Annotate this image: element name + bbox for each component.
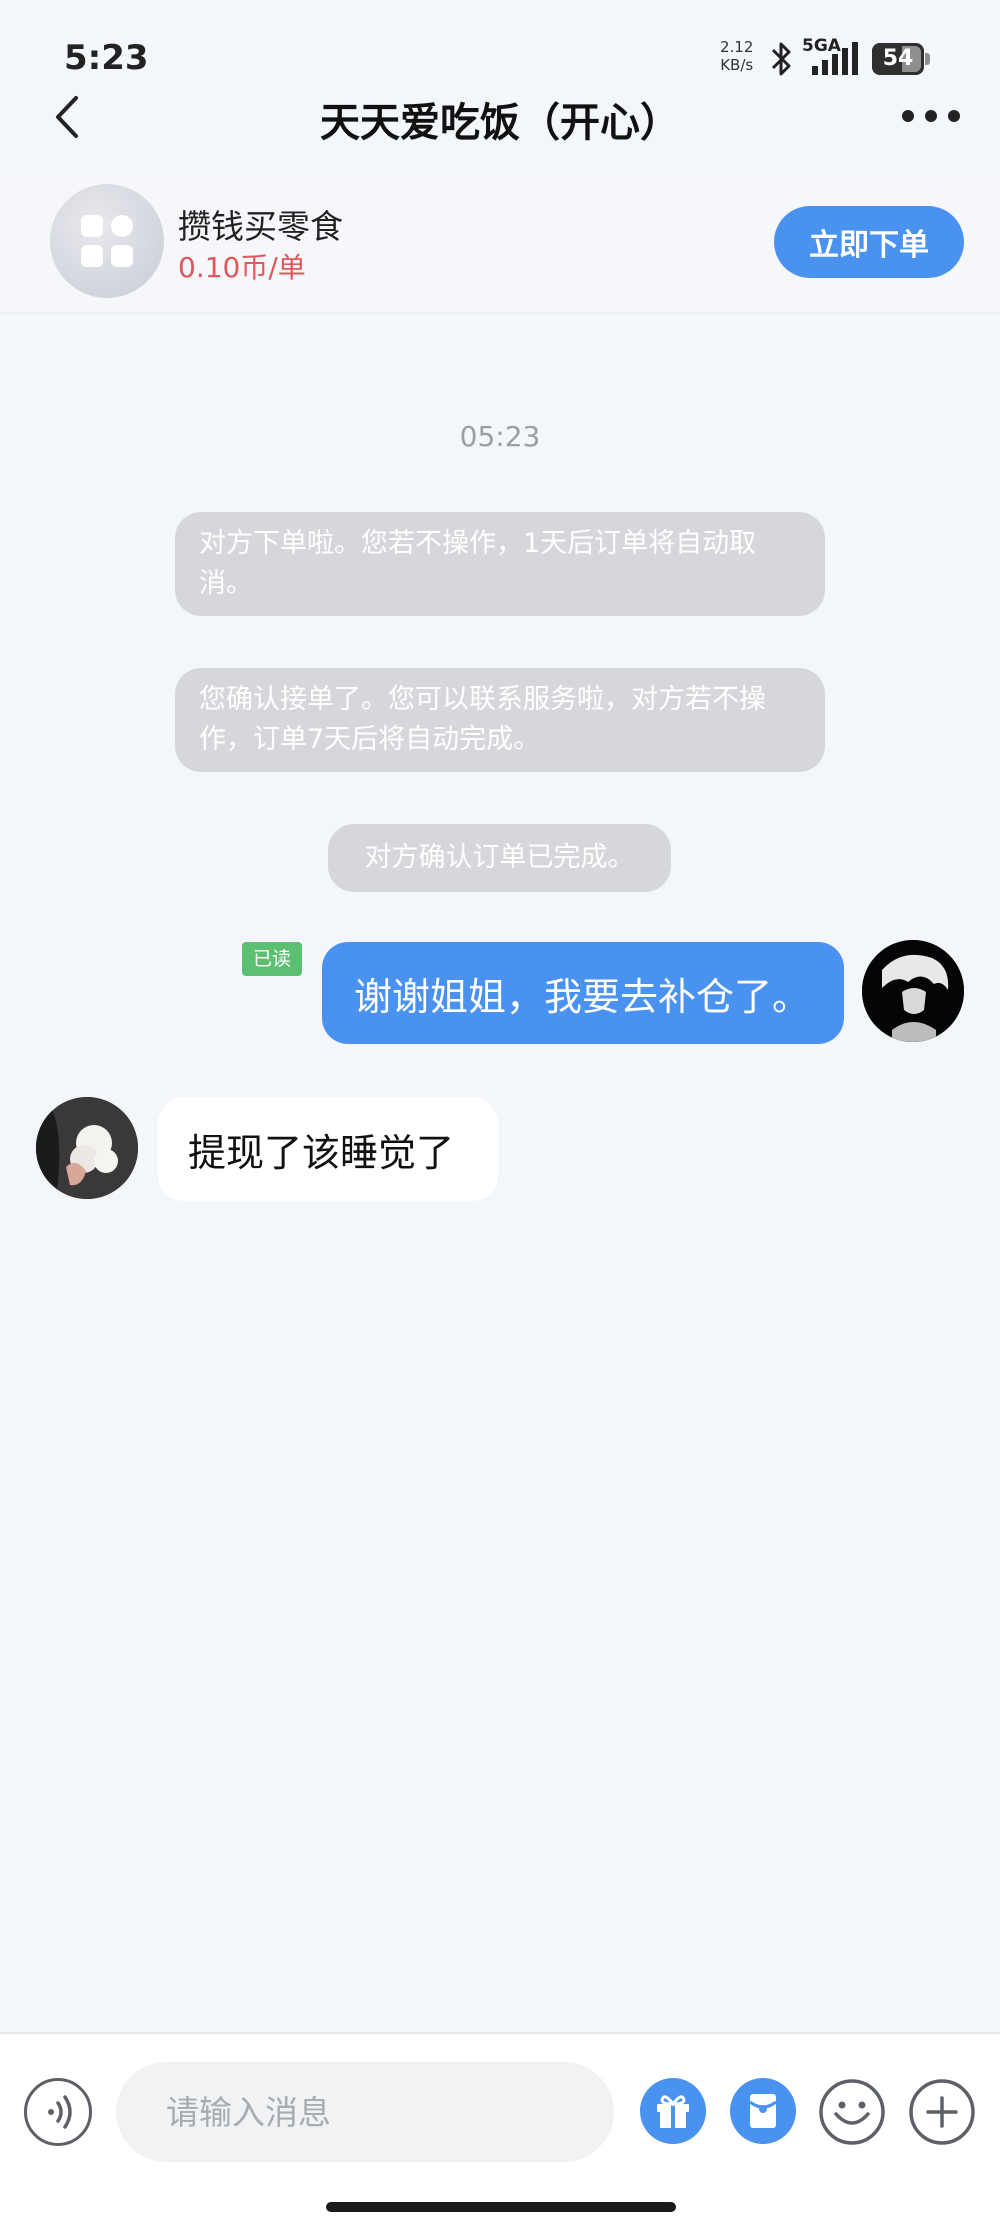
system-message: 对方下单啦。您若不操作，1天后订单将自动取消。 [175,512,825,616]
status-time: 5:23 [64,38,149,78]
status-bar: 5:23 2.12 KB/s 5GA 54 [0,0,1000,90]
system-message: 您确认接单了。您可以联系服务啦，对方若不操作，订单7天后将自动完成。 [175,668,825,772]
contact-avatar[interactable] [36,1097,138,1199]
chat-header: 天天爱吃饭（开心） [0,80,1000,152]
product-name: 攒钱买零食 [178,207,343,246]
battery-icon: 54 [872,43,930,75]
incoming-message-bubble[interactable]: 提现了该睡觉了 [158,1097,498,1201]
product-price: 0.10币/单 [178,251,306,284]
red-packet-icon[interactable] [730,2078,796,2144]
my-avatar[interactable] [862,940,964,1042]
more-icon[interactable] [900,102,962,130]
home-indicator[interactable] [326,2202,676,2212]
gift-icon[interactable] [640,2078,706,2144]
avatar-image [36,1097,138,1199]
bluetooth-icon [771,42,791,76]
network-speed-unit: KB/s [720,56,754,74]
system-message: 对方确认订单已完成。 [328,824,671,892]
signal-icon [812,42,858,75]
product-card: 攒钱买零食 0.10币/单 立即下单 [0,172,1000,314]
red-packet-glyph [749,2094,777,2128]
network-speed: 2.12 KB/s [720,38,753,74]
voice-icon[interactable] [24,2078,92,2146]
voice-glyph [48,2095,72,2129]
outgoing-message-bubble[interactable]: 谢谢姐姐，我要去补仓了。 [322,942,844,1044]
battery-level: 54 [882,46,914,71]
network-speed-value: 2.12 [720,38,754,56]
order-now-button[interactable]: 立即下单 [774,206,964,278]
emoji-icon[interactable] [818,2078,886,2146]
grid-icon [81,215,133,267]
page-title: 天天爱吃饭（开心） [320,100,680,146]
message-input[interactable] [116,2062,614,2162]
plus-icon[interactable] [908,2078,976,2146]
product-image [50,184,164,298]
read-status-badge: 已读 [242,942,302,976]
message-input-bar [0,2032,1000,2225]
gift-glyph [657,2095,689,2128]
message-timestamp: 05:23 [459,420,541,453]
avatar-image [862,940,964,1042]
